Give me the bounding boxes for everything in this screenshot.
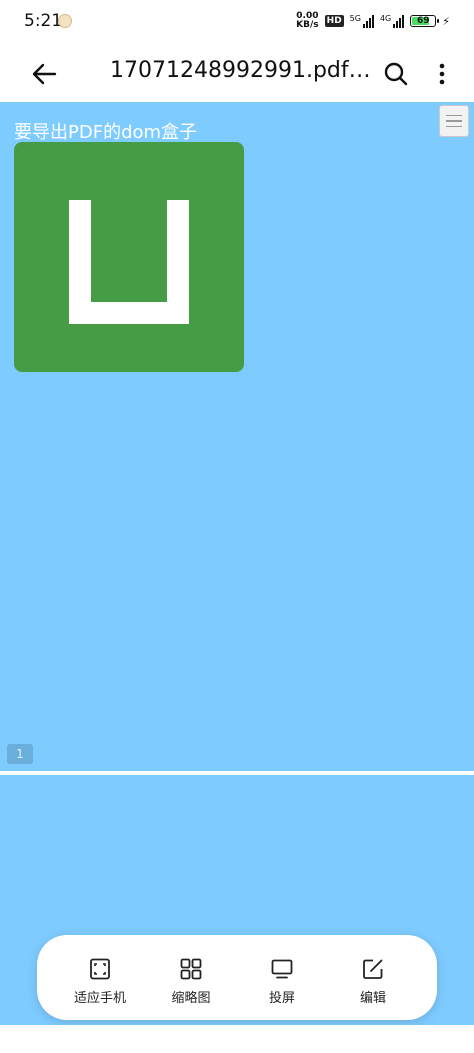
bottom-toolbar: 适应手机 缩略图 投屏 编辑 [37, 935, 437, 1020]
edit-label: 编辑 [359, 991, 386, 1006]
notification-icon [58, 14, 72, 28]
status-bar: 5:21 0.00 KB/s HD 5G 4G 69 ⚡ [0, 0, 474, 44]
battery-icon: 69 [410, 15, 440, 27]
document-title: 17071248992991.pdf;fi... [110, 58, 372, 83]
search-button[interactable] [376, 54, 416, 94]
fit-screen-icon [90, 958, 110, 980]
hd-badge: HD [324, 15, 344, 27]
signal-icon-secondary: 4G [379, 14, 405, 28]
cast-label: 投屏 [268, 991, 295, 1006]
monitor-icon [271, 959, 293, 979]
back-button[interactable] [24, 54, 64, 94]
app-bar: 17071248992991.pdf;fi... [0, 44, 474, 102]
charging-icon: ⚡ [442, 14, 450, 28]
status-indicators: 0.00 KB/s HD 5G 4G 69 ⚡ [296, 12, 450, 30]
bottom-strip [0, 1025, 474, 1053]
thumbnail-label: 缩略图 [171, 991, 211, 1006]
pdf-viewer[interactable]: 要导出PDF的dom盒子 1 [0, 102, 474, 1053]
page-menu-button[interactable] [439, 105, 469, 137]
arrow-left-icon [32, 63, 57, 85]
more-vertical-icon [439, 63, 445, 85]
signal-icon: 5G [350, 14, 374, 28]
signal-label-4g: 4G [379, 14, 392, 23]
page-heading: 要导出PDF的dom盒子 [14, 122, 198, 143]
signal-label-5g: 5G [349, 14, 361, 23]
grid-icon [180, 958, 202, 980]
edit-button[interactable]: 编辑 [328, 935, 418, 1020]
pdf-page[interactable]: 要导出PDF的dom盒子 1 [0, 102, 474, 771]
u-letter-shape [69, 200, 189, 324]
fit-screen-button[interactable]: 适应手机 [55, 935, 145, 1020]
edit-icon [363, 959, 383, 979]
fit-screen-label: 适应手机 [73, 991, 126, 1006]
page-number-badge: 1 [7, 744, 33, 764]
more-options-button[interactable] [424, 54, 460, 94]
cast-button[interactable]: 投屏 [237, 935, 327, 1020]
search-icon [384, 62, 408, 86]
network-speed-unit: KB/s [296, 20, 319, 30]
network-speed: 0.00 KB/s [296, 12, 318, 30]
uniapp-logo-image [14, 142, 244, 372]
status-time: 5:21 [24, 11, 63, 31]
battery-level: 69 [417, 16, 430, 26]
thumbnail-button[interactable]: 缩略图 [146, 935, 236, 1020]
